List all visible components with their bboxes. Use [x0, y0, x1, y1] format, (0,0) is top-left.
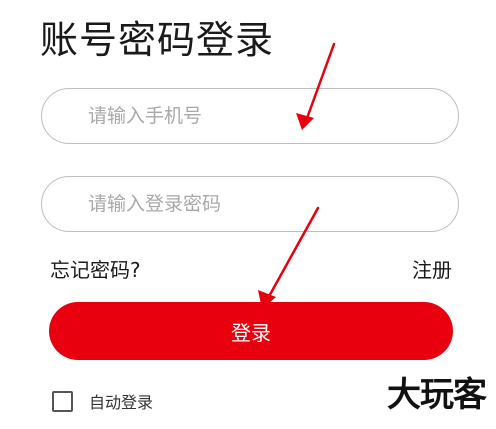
- forgot-password-link[interactable]: 忘记密码?: [50, 256, 141, 284]
- phone-field[interactable]: [41, 88, 459, 144]
- phone-input[interactable]: [88, 89, 428, 143]
- auto-login-label: 自动登录: [89, 393, 154, 412]
- register-link[interactable]: 注册: [412, 256, 452, 284]
- page-title: 账号密码登录: [40, 18, 275, 62]
- auto-login-checkbox[interactable]: [52, 390, 73, 412]
- password-input[interactable]: [88, 177, 428, 231]
- auto-login-toggle[interactable]: 自动登录: [52, 388, 153, 414]
- password-field[interactable]: [41, 176, 459, 232]
- watermark-logo: 大玩客: [387, 375, 487, 415]
- login-button[interactable]: 登录: [49, 302, 453, 360]
